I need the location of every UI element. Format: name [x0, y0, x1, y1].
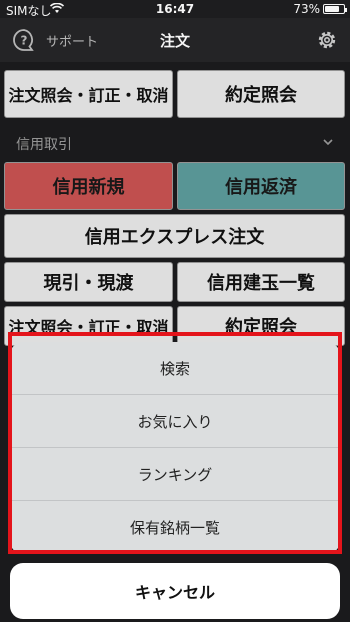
action-sheet: 検索 お気に入り ランキング 保有銘柄一覧	[10, 342, 340, 554]
sheet-item-ranking[interactable]: ランキング	[10, 448, 340, 501]
sheet-item-search[interactable]: 検索	[10, 342, 340, 395]
sheet-item-favorites[interactable]: お気に入り	[10, 395, 340, 448]
cancel-button[interactable]: キャンセル	[10, 563, 340, 619]
sheet-item-holdings[interactable]: 保有銘柄一覧	[10, 501, 340, 554]
